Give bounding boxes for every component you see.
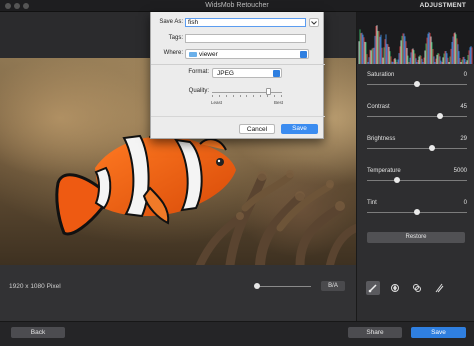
save-dialog: Save As: fish Tags: Where: viewer Format… <box>150 12 324 139</box>
brightness-slider-track[interactable] <box>367 148 467 149</box>
window-title: WidsMob Retoucher <box>0 2 474 9</box>
temperature-value: 5000 <box>454 168 467 174</box>
save-as-label: Save As: <box>153 19 183 25</box>
save-as-input[interactable]: fish <box>185 18 306 27</box>
temperature-slider-track[interactable] <box>367 180 467 181</box>
quality-slider-ticks <box>212 95 282 97</box>
contrast-slider-track[interactable] <box>367 116 467 117</box>
saturation-value: 0 <box>464 72 467 78</box>
zoom-slider-track[interactable] <box>255 286 311 287</box>
layers-icon[interactable] <box>410 281 424 295</box>
brush-icon[interactable] <box>366 281 380 295</box>
temperature-label: Temperature <box>367 168 401 174</box>
title-bar: WidsMob Retoucher ADJUSTMENT <box>0 0 474 12</box>
brightness-label: Brightness <box>367 136 395 142</box>
expand-dialog-button[interactable] <box>309 18 319 27</box>
quality-slider-track[interactable] <box>212 92 282 93</box>
dialog-save-button[interactable]: Save <box>281 124 318 134</box>
quality-min-label: Least <box>211 100 222 105</box>
contrast-adjustment: Contrast 45 <box>367 104 467 120</box>
fx-icon[interactable] <box>388 281 402 295</box>
where-popup[interactable]: viewer <box>185 49 309 59</box>
quality-slider-knob[interactable] <box>266 88 271 95</box>
contrast-slider-knob[interactable] <box>437 113 443 119</box>
cancel-button[interactable]: Cancel <box>239 124 275 134</box>
quality-max-label: Best <box>274 100 283 105</box>
contrast-label: Contrast <box>367 104 390 110</box>
tags-label: Tags: <box>153 35 183 41</box>
saturation-label: Saturation <box>367 72 394 78</box>
popup-arrows-icon <box>273 70 280 77</box>
brightness-value: 29 <box>460 136 467 142</box>
temperature-adjustment: Temperature 5000 <box>367 168 467 184</box>
dialog-footer-divider <box>151 116 325 117</box>
saturation-adjustment: Saturation 0 <box>367 72 467 88</box>
quality-label: Quality: <box>179 88 209 94</box>
tags-input[interactable] <box>185 34 306 43</box>
dialog-divider <box>151 64 325 65</box>
tint-adjustment: Tint 0 <box>367 200 467 216</box>
resolution-label: 1920 x 1080 Pixel <box>9 283 61 290</box>
adjustment-panel: Saturation 0 Contrast 45 Brightness 29 Tempera… <box>356 12 474 321</box>
before-after-button[interactable]: B/A <box>321 281 345 291</box>
mode-label: ADJUSTMENT <box>420 2 466 9</box>
where-value: viewer <box>199 51 218 58</box>
format-label: Format: <box>179 69 209 75</box>
tint-label: Tint <box>367 200 377 206</box>
histogram <box>357 12 474 64</box>
popup-arrows-icon <box>300 51 307 58</box>
tint-value: 0 <box>464 200 467 206</box>
format-popup[interactable]: JPEG <box>212 68 282 78</box>
tool-bar <box>357 277 474 299</box>
settings-sliders-icon[interactable] <box>432 281 446 295</box>
temperature-slider-knob[interactable] <box>394 177 400 183</box>
share-button[interactable]: Share <box>348 327 402 338</box>
folder-icon <box>189 52 197 57</box>
chevron-down-icon <box>311 21 317 25</box>
brightness-slider-knob[interactable] <box>429 145 435 151</box>
format-value: JPEG <box>217 70 234 77</box>
restore-button[interactable]: Restore <box>367 232 465 243</box>
canvas-footer <box>0 265 356 321</box>
save-button[interactable]: Save <box>411 327 466 338</box>
contrast-value: 45 <box>460 104 467 110</box>
footer-bar <box>0 321 474 346</box>
zoom-slider-knob[interactable] <box>254 283 260 289</box>
back-button[interactable]: Back <box>11 327 65 338</box>
where-label: Where: <box>153 50 183 56</box>
brightness-adjustment: Brightness 29 <box>367 136 467 152</box>
saturation-slider-knob[interactable] <box>414 81 420 87</box>
tint-slider-knob[interactable] <box>414 209 420 215</box>
